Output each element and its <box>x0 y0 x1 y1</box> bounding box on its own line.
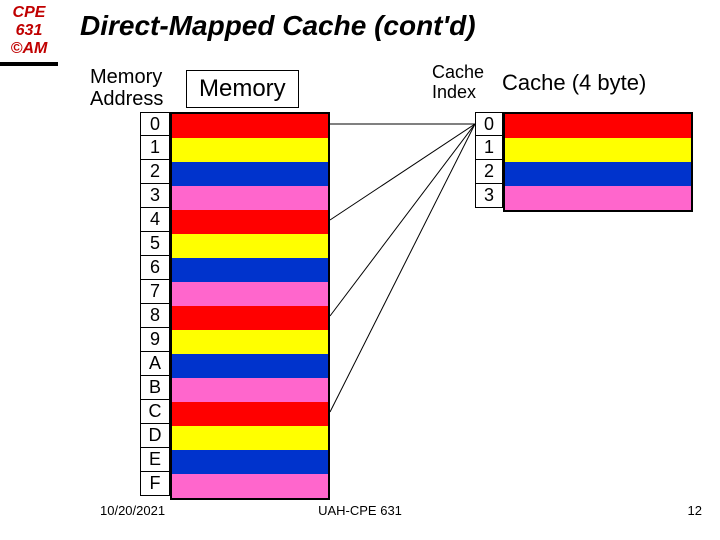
cache-blocks <box>503 112 693 212</box>
memory-block <box>172 282 328 306</box>
footer-page: 12 <box>688 503 702 518</box>
memory-block <box>172 402 328 426</box>
sidebar: CPE 631 ©AM <box>0 0 58 540</box>
memory-block <box>172 330 328 354</box>
memory-label: Memory <box>186 70 299 108</box>
sidebar-line2: 631 <box>16 22 43 39</box>
memory-block <box>172 162 328 186</box>
cache-block <box>505 162 691 186</box>
sidebar-line3: ©AM <box>11 40 48 57</box>
memory-block <box>172 138 328 162</box>
cache-block <box>505 186 691 210</box>
sidebar-line1: CPE <box>13 4 46 21</box>
mem-addr-cell: 0 <box>140 112 170 136</box>
memory-address-label: Memory Address <box>90 66 163 110</box>
cache-label: Cache (4 byte) <box>502 70 646 96</box>
cache-idx-cell: 2 <box>475 160 503 184</box>
mem-addr-cell: F <box>140 472 170 496</box>
cache-block <box>505 138 691 162</box>
mem-addr-cell: 1 <box>140 136 170 160</box>
memory-block <box>172 186 328 210</box>
mem-addr-cell: 9 <box>140 328 170 352</box>
mem-addr-cell: E <box>140 448 170 472</box>
cache-index-label: Cache Index <box>432 62 484 102</box>
cache-idx-cell: 1 <box>475 136 503 160</box>
memory-block <box>172 114 328 138</box>
memory-block <box>172 378 328 402</box>
footer-center: UAH-CPE 631 <box>0 503 720 518</box>
cache-idx-cell: 3 <box>475 184 503 208</box>
memory-block <box>172 474 328 498</box>
mem-addr-cell: 2 <box>140 160 170 184</box>
memory-block <box>172 426 328 450</box>
mem-addr-cell: A <box>140 352 170 376</box>
mem-addr-cell: 8 <box>140 304 170 328</box>
mem-addr-cell: C <box>140 400 170 424</box>
memory-block <box>172 306 328 330</box>
mem-addr-cell: 7 <box>140 280 170 304</box>
memory-block <box>172 234 328 258</box>
cache-index-column: 0 1 2 3 <box>475 112 503 208</box>
memory-block <box>172 450 328 474</box>
cache-idx-cell: 0 <box>475 112 503 136</box>
memory-address-column: 0 1 2 3 4 5 6 7 8 9 A B C D E F <box>140 112 170 496</box>
mem-addr-cell: B <box>140 376 170 400</box>
page-title: Direct-Mapped Cache (cont'd) <box>80 10 476 42</box>
memory-block <box>172 354 328 378</box>
memory-block <box>172 210 328 234</box>
memory-block <box>172 258 328 282</box>
sidebar-course-code: CPE 631 ©AM <box>0 0 58 58</box>
mem-addr-cell: 3 <box>140 184 170 208</box>
mem-addr-cell: 5 <box>140 232 170 256</box>
mem-addr-cell: D <box>140 424 170 448</box>
mem-addr-cell: 4 <box>140 208 170 232</box>
mem-addr-cell: 6 <box>140 256 170 280</box>
memory-blocks <box>170 112 330 500</box>
sidebar-divider <box>0 62 58 66</box>
cache-block <box>505 114 691 138</box>
